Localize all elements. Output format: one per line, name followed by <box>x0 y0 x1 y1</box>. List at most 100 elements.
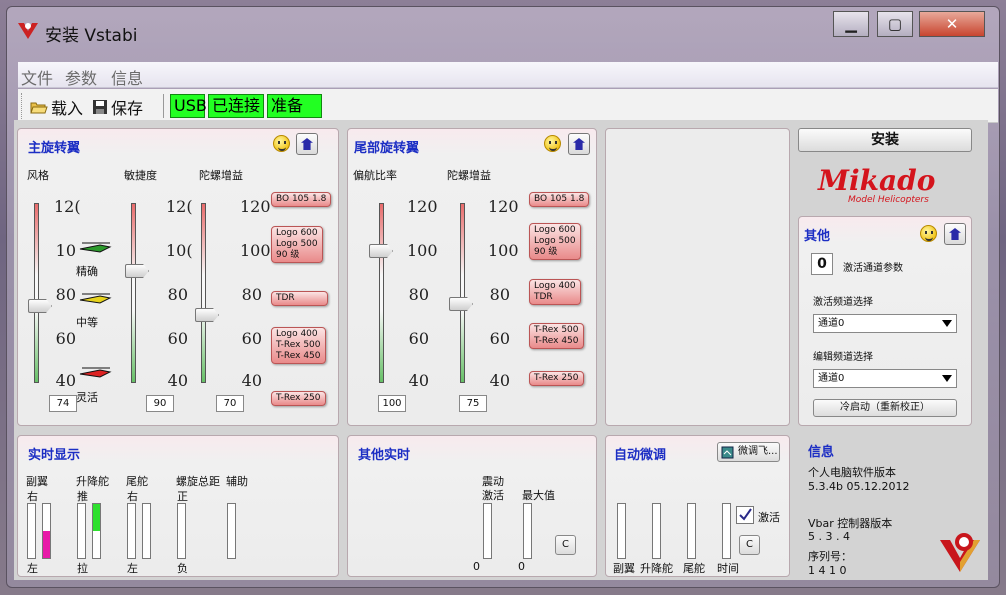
main-gyro-slider-thumb[interactable] <box>195 308 219 322</box>
tail-gyro-preset-tag[interactable]: T-Rex 500 T-Rex 450 <box>529 323 584 349</box>
tail-gyro-preset-tag[interactable]: BO 105 1.8 <box>529 192 590 207</box>
autotune-panel: 自动微调 微调飞... 激活 C 副翼 升降舵 尾舵 时间 <box>605 435 790 577</box>
autotune-title: 自动微调 <box>614 448 667 463</box>
window-title: 安装 Vstabi <box>45 26 138 46</box>
yaw-tick: 60 <box>408 329 429 348</box>
style-value-field[interactable]: 74 <box>49 395 77 412</box>
cold-start-button[interactable]: 冷启动（重新校正） <box>813 399 957 417</box>
activate-param-field[interactable]: 0 <box>811 253 833 275</box>
rudder-label: 尾舵 <box>126 475 148 488</box>
vibration-active-value: 0 <box>473 560 480 573</box>
maximize-button[interactable]: ▢ <box>877 11 913 37</box>
main-gyro-tick: 100 <box>240 241 271 260</box>
smiley-icon[interactable] <box>544 135 561 152</box>
main-gyro-preset-tag[interactable]: Logo 400 T-Rex 500 T-Rex 450 <box>271 327 326 364</box>
empty-panel <box>605 128 790 426</box>
yaw-slider-track[interactable] <box>379 203 384 383</box>
toolbar-grip <box>21 93 24 119</box>
edit-channel-value: 通道0 <box>818 373 845 384</box>
yaw-slider-thumb[interactable] <box>369 244 393 258</box>
autotune-time-bar <box>722 503 731 559</box>
main-gyro-preset-tag[interactable]: BO 105 1.8 <box>271 192 332 207</box>
main-gyro-slider-track[interactable] <box>201 203 206 383</box>
usb-status: USB <box>170 94 207 118</box>
pc-version-value: 5.3.4b 05.12.2012 <box>808 480 910 493</box>
close-button[interactable]: ✕ <box>919 11 985 37</box>
vbar-version-value: 5 . 3 . 4 <box>808 530 850 543</box>
tail-gyro-value-field[interactable]: 75 <box>459 395 487 412</box>
aileron-level-fill <box>43 531 50 558</box>
info-title: 信息 <box>808 445 835 460</box>
agility-value-field[interactable]: 90 <box>146 395 174 412</box>
main-gyro-tick: 120 <box>240 197 271 216</box>
main-gyro-value-field[interactable]: 70 <box>216 395 244 412</box>
agility-tick: 10( <box>166 241 193 260</box>
yaw-tick: 100 <box>407 241 438 260</box>
help-cap-icon[interactable] <box>568 133 590 155</box>
save-button[interactable]: 保存 <box>92 95 143 119</box>
elevator-label: 升降舵 <box>76 475 109 488</box>
mikado-logo: Mikado Model Helicopters <box>818 164 948 208</box>
vbar-version-label: Vbar 控制器版本 <box>808 517 893 530</box>
vibration-max-bar <box>523 503 532 559</box>
style-label: 风格 <box>27 169 49 182</box>
tail-rotor-title: 尾部旋转翼 <box>354 141 420 156</box>
agility-tick: 60 <box>167 329 188 348</box>
helicopter-red-icon <box>79 367 112 378</box>
active-channel-select[interactable]: 通道0 <box>813 314 957 333</box>
tail-gyro-slider-thumb[interactable] <box>449 297 473 311</box>
aux-bar <box>227 503 236 559</box>
style-tick: 40 <box>55 371 76 390</box>
main-gyro-preset-tag[interactable]: Logo 600 Logo 500 90 级 <box>271 226 323 263</box>
active-channel-label: 激活频道选择 <box>813 297 873 308</box>
main-gyro-label: 陀螺增益 <box>199 169 243 182</box>
open-folder-icon <box>30 102 48 114</box>
style-slider-thumb[interactable] <box>28 299 52 313</box>
tune-fly-label: 微调飞... <box>738 446 778 457</box>
right-indicator: 右 <box>127 490 138 503</box>
edit-channel-label: 编辑频道选择 <box>813 352 873 363</box>
toolbar: 载入 保存 USB 已连接 准备 <box>18 89 998 123</box>
agility-slider-track[interactable] <box>131 203 136 383</box>
minimize-button[interactable]: ▁ <box>833 11 869 37</box>
save-label: 保存 <box>111 99 144 118</box>
tune-icon <box>721 446 734 459</box>
clear-autotune-button[interactable]: C <box>739 535 760 555</box>
tune-fly-button[interactable]: 微调飞... <box>717 442 780 462</box>
smiley-icon[interactable] <box>920 225 937 242</box>
vibration-active-bar <box>483 503 492 559</box>
edit-channel-select[interactable]: 通道0 <box>813 369 957 388</box>
activate-checkbox[interactable] <box>736 506 754 524</box>
realtime-panel: 实时显示 副翼 升降舵 尾舵 螺旋总距 辅助 右 推 右 正 左 拉 左 负 <box>17 435 339 577</box>
style-slider-track[interactable] <box>34 203 39 383</box>
install-button[interactable]: 安装 <box>798 128 972 152</box>
agility-slider-thumb[interactable] <box>125 264 149 278</box>
tail-gyro-preset-tag[interactable]: Logo 400 TDR <box>529 279 581 305</box>
vbar-logo-icon <box>940 533 980 572</box>
other-realtime-panel: 其他实时 震动 激活 最大值 0 0 C <box>347 435 597 577</box>
title-bar[interactable]: 安装 Vstabi ▁ ▢ ✕ <box>7 7 999 55</box>
clear-vibration-button[interactable]: C <box>555 535 576 555</box>
pitch-label: 螺旋总距 <box>176 475 220 488</box>
main-gyro-preset-tag[interactable]: TDR <box>271 291 328 306</box>
positive-indicator: 正 <box>177 490 188 503</box>
autotune-aileron-label: 副翼 <box>613 562 635 575</box>
tail-gyro-preset-tag[interactable]: Logo 600 Logo 500 90 级 <box>529 223 581 260</box>
autotune-rudder-label: 尾舵 <box>683 562 705 575</box>
pc-version-label: 个人电脑软件版本 <box>808 466 896 479</box>
menu-info[interactable]: 信息 <box>111 65 143 89</box>
main-gyro-preset-tag[interactable]: T-Rex 250 <box>271 391 326 406</box>
help-cap-icon[interactable] <box>944 223 966 245</box>
smiley-icon[interactable] <box>273 135 290 152</box>
tail-gyro-slider-track[interactable] <box>460 203 465 383</box>
load-button[interactable]: 载入 <box>30 95 83 119</box>
tail-gyro-preset-tag[interactable]: T-Rex 250 <box>529 371 584 386</box>
main-rotor-panel: 主旋转翼 风格 敏捷度 陀螺增益 12( 10 80 60 40 精确 中等 灵… <box>17 128 339 426</box>
agility-label: 敏捷度 <box>124 169 157 182</box>
help-cap-icon[interactable] <box>296 133 318 155</box>
helicopter-yellow-icon <box>79 293 112 304</box>
style-tick: 60 <box>55 329 76 348</box>
yaw-value-field[interactable]: 100 <box>378 395 406 412</box>
menu-params[interactable]: 参数 <box>65 65 97 89</box>
menu-file[interactable]: 文件 <box>21 65 53 89</box>
